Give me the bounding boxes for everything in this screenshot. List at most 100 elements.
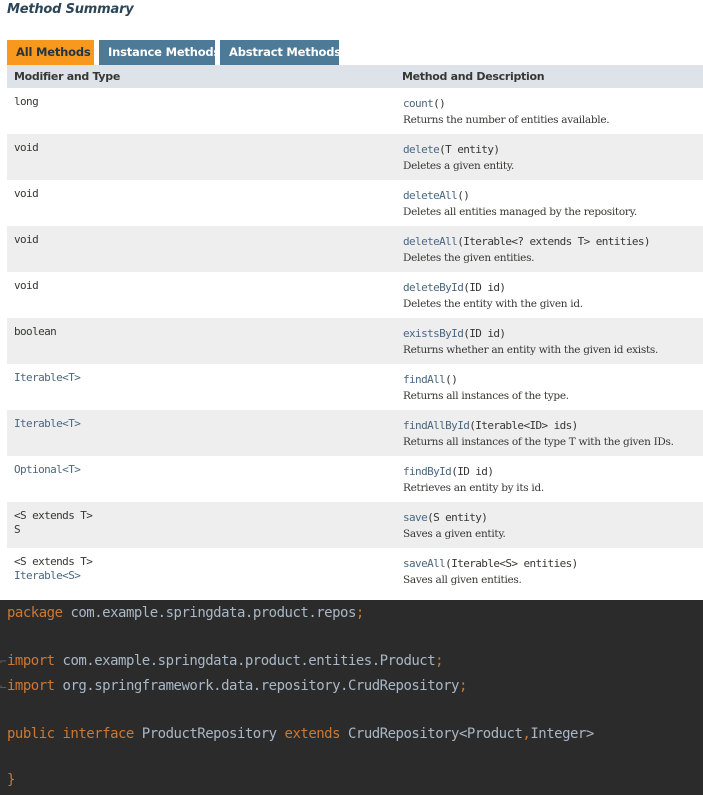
modifier-cell: long — [7, 88, 395, 134]
keyword: public interface — [7, 726, 134, 742]
modifier-type: long — [14, 95, 39, 108]
method-cell: findById(ID id) Retrieves an entity by it… — [395, 456, 703, 502]
fold-marker-icon[interactable]: ⌐ — [0, 656, 7, 667]
method-link[interactable]: findAllById — [403, 419, 470, 432]
modifier-type: S — [14, 523, 21, 536]
code-line-import-1: import com.example.springdata.product.en… — [7, 651, 444, 671]
column-header-modifier: Modifier and Type — [7, 65, 395, 88]
method-signature: findById(ID id) — [403, 463, 703, 479]
method-description: Returns all instances of the type T with… — [403, 436, 674, 448]
type-name: CrudRepository<Product — [347, 726, 523, 742]
method-cell: deleteById(ID id) Deletes the entity with… — [395, 272, 703, 318]
section-title: Method Summary — [7, 2, 134, 17]
table-row: long count() Returns the number of entitie… — [7, 88, 703, 134]
closing-brace: } — [7, 772, 15, 788]
table-row: void deleteById(ID id) Deletes the entity … — [7, 272, 703, 318]
method-params: (S entity) — [427, 511, 488, 524]
table-row: Iterable<T> findAllById(Iterable<ID> ids)… — [7, 410, 703, 456]
method-link[interactable]: findById — [403, 465, 452, 478]
table-row: void deleteAll() Deletes all entities mana… — [7, 180, 703, 226]
method-link[interactable]: delete — [403, 143, 440, 156]
modifier-type[interactable]: Iterable<S> — [14, 569, 395, 583]
method-description: Returns whether an entity with the given… — [403, 344, 658, 356]
semicolon: ; — [355, 605, 364, 621]
method-signature: saveAll(Iterable<S> entities) — [403, 555, 703, 571]
method-cell: save(S entity) Saves a given entity. — [395, 502, 703, 548]
code-editor[interactable]: package com.example.springdata.product.r… — [0, 600, 703, 795]
modifier-type: void — [14, 187, 39, 200]
method-description: Deletes all entities managed by the repo… — [403, 206, 637, 218]
modifier-type: void — [14, 141, 39, 154]
modifier-cell: void — [7, 180, 395, 226]
modifier-cell: void — [7, 226, 395, 272]
modifier-type[interactable]: Optional<T> — [14, 463, 395, 477]
method-signature: count() — [403, 95, 703, 111]
method-params: (Iterable<S> entities) — [445, 557, 578, 570]
tab-instance-methods[interactable]: Instance Methods — [99, 40, 220, 65]
code-line-import-2: import org.springframework.data.reposito… — [7, 676, 467, 696]
semicolon: ; — [458, 678, 467, 694]
keyword: import — [7, 678, 55, 694]
method-description: Saves all given entities. — [403, 574, 522, 586]
modifier-type: <S extends T> — [14, 555, 93, 568]
method-signature: findAll() — [403, 371, 703, 387]
method-signature: save(S entity) — [403, 509, 703, 525]
method-description: Deletes the entity with the given id. — [403, 298, 583, 310]
method-cell: count() Returns the number of entities av… — [395, 88, 703, 134]
modifier-cell: Iterable<T> — [7, 364, 395, 410]
method-cell: delete(T entity) Deletes a given entity. — [395, 134, 703, 180]
modifier-type: <S extends T> — [14, 509, 93, 522]
method-description: Deletes a given entity. — [403, 160, 515, 172]
method-cell: existsById(ID id) Returns whether an enti… — [395, 318, 703, 364]
method-params: (ID id) — [451, 465, 494, 478]
method-params: (ID id) — [463, 327, 506, 340]
method-cell: deleteAll() Deletes all entities managed … — [395, 180, 703, 226]
method-description: Retrieves an entity by its id. — [403, 482, 544, 494]
modifier-cell: void — [7, 272, 395, 318]
method-link[interactable]: count — [403, 97, 434, 110]
method-description: Saves a given entity. — [403, 528, 506, 540]
modifier-cell: <S extends T> Iterable<S> — [7, 548, 395, 594]
table-row: Optional<T> findById(ID id) Retrieves an e… — [7, 456, 703, 502]
method-params: (Iterable<? extends T> entities) — [457, 235, 650, 248]
method-link[interactable]: deleteAll — [403, 189, 458, 202]
method-link[interactable]: existsById — [403, 327, 464, 340]
fold-marker-icon[interactable]: ⌙ — [0, 681, 7, 692]
package-name: com.example.springdata.product.repos — [70, 605, 356, 621]
method-signature: findAllById(Iterable<ID> ids) — [403, 417, 703, 433]
interface-name: ProductRepository — [141, 726, 277, 742]
modifier-cell: boolean — [7, 318, 395, 364]
import-path: org.springframework.data.repository.Crud… — [62, 678, 460, 694]
method-signature: deleteById(ID id) — [403, 279, 703, 295]
method-link[interactable]: deleteAll — [403, 235, 458, 248]
method-cell: saveAll(Iterable<S> entities) Saves all g… — [395, 548, 703, 594]
import-path: com.example.springdata.product.entities.… — [62, 653, 436, 669]
modifier-type[interactable]: Iterable<T> — [14, 371, 395, 385]
method-link[interactable]: findAll — [403, 373, 446, 386]
method-summary-table: Modifier and Type Method and Description… — [7, 65, 703, 594]
method-link[interactable]: deleteById — [403, 281, 464, 294]
modifier-type: void — [14, 279, 39, 292]
method-link[interactable]: save — [403, 511, 428, 524]
modifier-type: boolean — [14, 325, 57, 338]
method-signature: deleteAll(Iterable<? extends T> entities… — [403, 233, 703, 249]
semicolon: ; — [435, 653, 444, 669]
method-params: (T entity) — [439, 143, 500, 156]
modifier-cell: Iterable<T> — [7, 410, 395, 456]
code-line-close: } — [7, 770, 15, 790]
method-cell: deleteAll(Iterable<? extends T> entities… — [395, 226, 703, 272]
method-link[interactable]: saveAll — [403, 557, 446, 570]
table-row: <S extends T> Ssave(S entity) Saves a give… — [7, 502, 703, 548]
method-cell: findAllById(Iterable<ID> ids) Returns all… — [395, 410, 703, 456]
code-line-interface: public interface ProductRepository exten… — [7, 724, 594, 744]
modifier-type[interactable]: Iterable<T> — [14, 417, 395, 431]
tab-abstract-methods[interactable]: Abstract Methods — [220, 40, 341, 65]
method-params: () — [433, 97, 446, 110]
table-row: void delete(T entity) Deletes a given enti… — [7, 134, 703, 180]
modifier-cell: Optional<T> — [7, 456, 395, 502]
tab-all-methods[interactable]: All Methods — [7, 40, 94, 65]
modifier-cell: <S extends T> S — [7, 502, 395, 548]
method-cell: findAll() Returns all instances of the ty… — [395, 364, 703, 410]
table-row: boolean existsById(ID id) Returns whether … — [7, 318, 703, 364]
method-signature: deleteAll() — [403, 187, 703, 203]
